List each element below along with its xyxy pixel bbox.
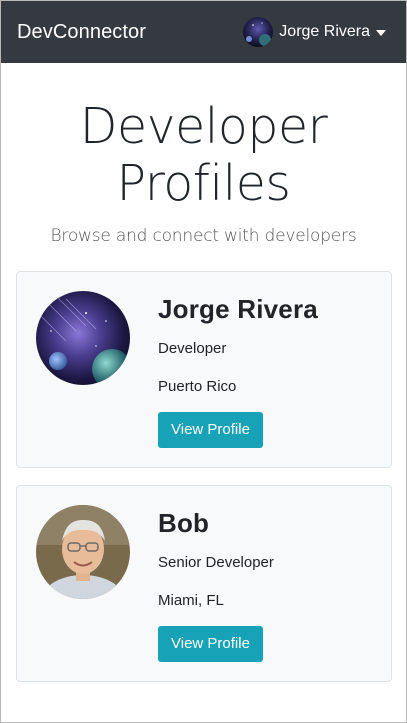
profile-name: Bob: [158, 508, 210, 538]
page-title-line1: Developer: [79, 98, 328, 155]
profile-title: Senior Developer: [158, 554, 274, 571]
user-menu-dropdown[interactable]: Jorge Rivera: [243, 17, 386, 47]
view-profile-button[interactable]: View Profile: [158, 626, 263, 662]
navbar: DevConnector Jorge Rivera: [1, 1, 406, 63]
profile-location: Puerto Rico: [158, 378, 237, 395]
profile-avatar: [36, 291, 130, 385]
profile-card: Jorge Rivera Developer Puerto Rico View …: [16, 271, 392, 468]
profile-info: Jorge Rivera Developer Puerto Rico View …: [158, 294, 318, 448]
profile-name: Jorge Rivera: [158, 294, 318, 324]
caret-down-icon: [376, 29, 386, 36]
page-title-line2: Profiles: [116, 155, 291, 212]
profile-card: Bob Senior Developer Miami, FL View Prof…: [16, 485, 392, 682]
page-title: Developer Profiles: [1, 98, 406, 212]
user-avatar: [243, 17, 274, 47]
profile-title: Developer: [158, 340, 227, 357]
view-profile-button[interactable]: View Profile: [158, 412, 263, 448]
hero-section: Developer Profiles Browse and connect wi…: [1, 63, 406, 246]
profile-avatar: [36, 505, 130, 599]
brand-link[interactable]: DevConnector: [17, 21, 146, 44]
page-lead: Browse and connect with developers: [50, 226, 357, 246]
profile-location: Miami, FL: [158, 592, 224, 609]
user-name-label: Jorge Rivera: [279, 23, 370, 40]
profile-info: Bob Senior Developer Miami, FL View Prof…: [158, 508, 274, 662]
